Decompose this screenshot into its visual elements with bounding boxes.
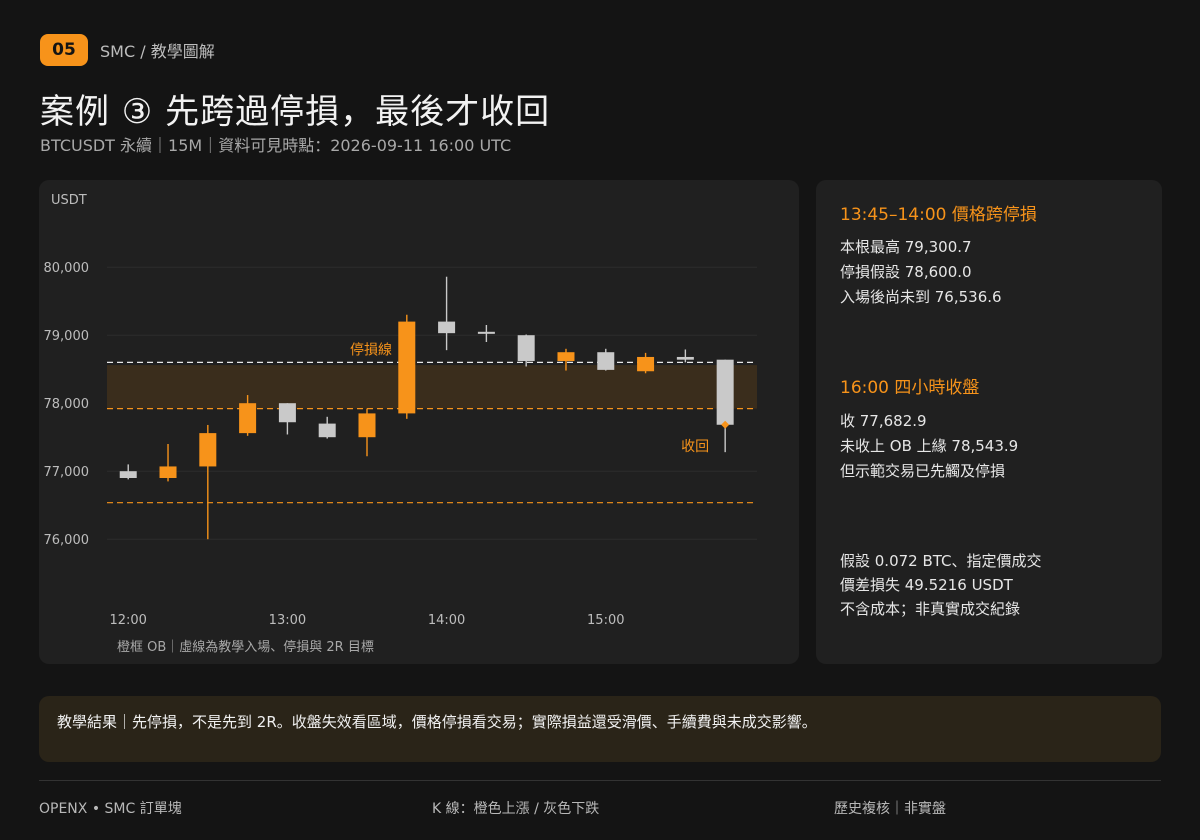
candle-body-up [159, 466, 177, 478]
x-tick-label: 14:00 [428, 613, 465, 628]
candle-body-up [358, 413, 376, 438]
result-box: 教學結果｜先停損，不是先到 2R。收盤失效看區域，價格停損看交易；實際損益還受滑… [39, 696, 1161, 762]
section-badge: 05 [40, 34, 88, 66]
info-heading-2: 16:00 四小時收盤 [840, 378, 980, 398]
y-tick-label: 79,000 [44, 329, 90, 344]
chart-panel: USDT 76,000 77,000 78,000 79,000 80,000 12:00 1… [39, 180, 799, 664]
candle-body-down [278, 403, 296, 423]
info-heading-1: 13:45–14:00 價格跨停損 [840, 205, 1037, 225]
info-line: 但示範交易已先觸及停損 [840, 462, 1006, 480]
candle-body-down [477, 331, 495, 334]
page-subtitle: BTCUSDT 永續｜15M｜資料可見時點：2026-09-11 16:00 U… [40, 136, 512, 155]
info-line: 假設 0.072 BTC、指定價成交 [840, 552, 1042, 570]
info-line: 價差損失 49.5216 USDT [840, 576, 1013, 594]
ob-zone [107, 365, 757, 409]
x-tick-label: 15:00 [587, 613, 624, 628]
y-tick-label: 78,000 [44, 397, 90, 412]
info-panel: 13:45–14:00 價格跨停損 本根最高 79,300.7 停損假設 78,… [816, 180, 1162, 664]
candle-body-up [398, 321, 416, 414]
candle-body-down [676, 356, 694, 360]
y-tick-label: 80,000 [44, 261, 90, 276]
candle-body-down [517, 335, 535, 362]
page-title: 案例 ③ 先跨過停損，最後才收回 [40, 92, 551, 132]
candle-body-up [239, 403, 257, 434]
y-tick-label: 77,000 [44, 465, 90, 480]
footer-brand: OPENX • SMC 訂單塊 [39, 801, 182, 817]
breadcrumb: SMC / 教學圖解 [100, 42, 215, 61]
y-tick-label: 76,000 [44, 533, 90, 548]
x-tick-label: 13:00 [269, 613, 306, 628]
candle-body-up [637, 356, 655, 372]
info-line: 未收上 OB 上緣 78,543.9 [840, 437, 1019, 455]
info-line: 停損假設 78,600.0 [840, 263, 972, 281]
footer-divider [39, 780, 1161, 781]
x-tick-label: 12:00 [109, 613, 146, 628]
footer-status: 歷史複核｜非實盤 [834, 801, 946, 817]
candle-body-down [318, 423, 336, 438]
header-bar: 05 SMC / 教學圖解 [40, 34, 215, 66]
candlestick-chart: USDT 76,000 77,000 78,000 79,000 80,000 12:00 1… [44, 193, 757, 655]
chart-note: 橙框 OB｜虛線為教學入場、停損與 2R 目標 [117, 639, 374, 655]
candle-body-down [716, 359, 734, 425]
y-axis-label: USDT [51, 193, 87, 208]
candle-body-down [597, 352, 615, 370]
footer-legend: K 線：橙色上漲 / 灰色下跌 [432, 801, 600, 817]
info-line: 不含成本；非真實成交紀錄 [840, 600, 1021, 618]
candle-body-up [557, 352, 575, 362]
candle-body-up [199, 433, 217, 467]
info-line: 本根最高 79,300.7 [840, 238, 972, 256]
stop-line-label: 停損線 [350, 341, 392, 358]
reclaim-label: 收回 [681, 439, 709, 455]
info-line: 收 77,682.9 [840, 412, 927, 430]
candle-body-down [119, 471, 137, 478]
info-line: 入場後尚未到 76,536.6 [840, 288, 1002, 306]
candle-body-down [438, 321, 456, 334]
